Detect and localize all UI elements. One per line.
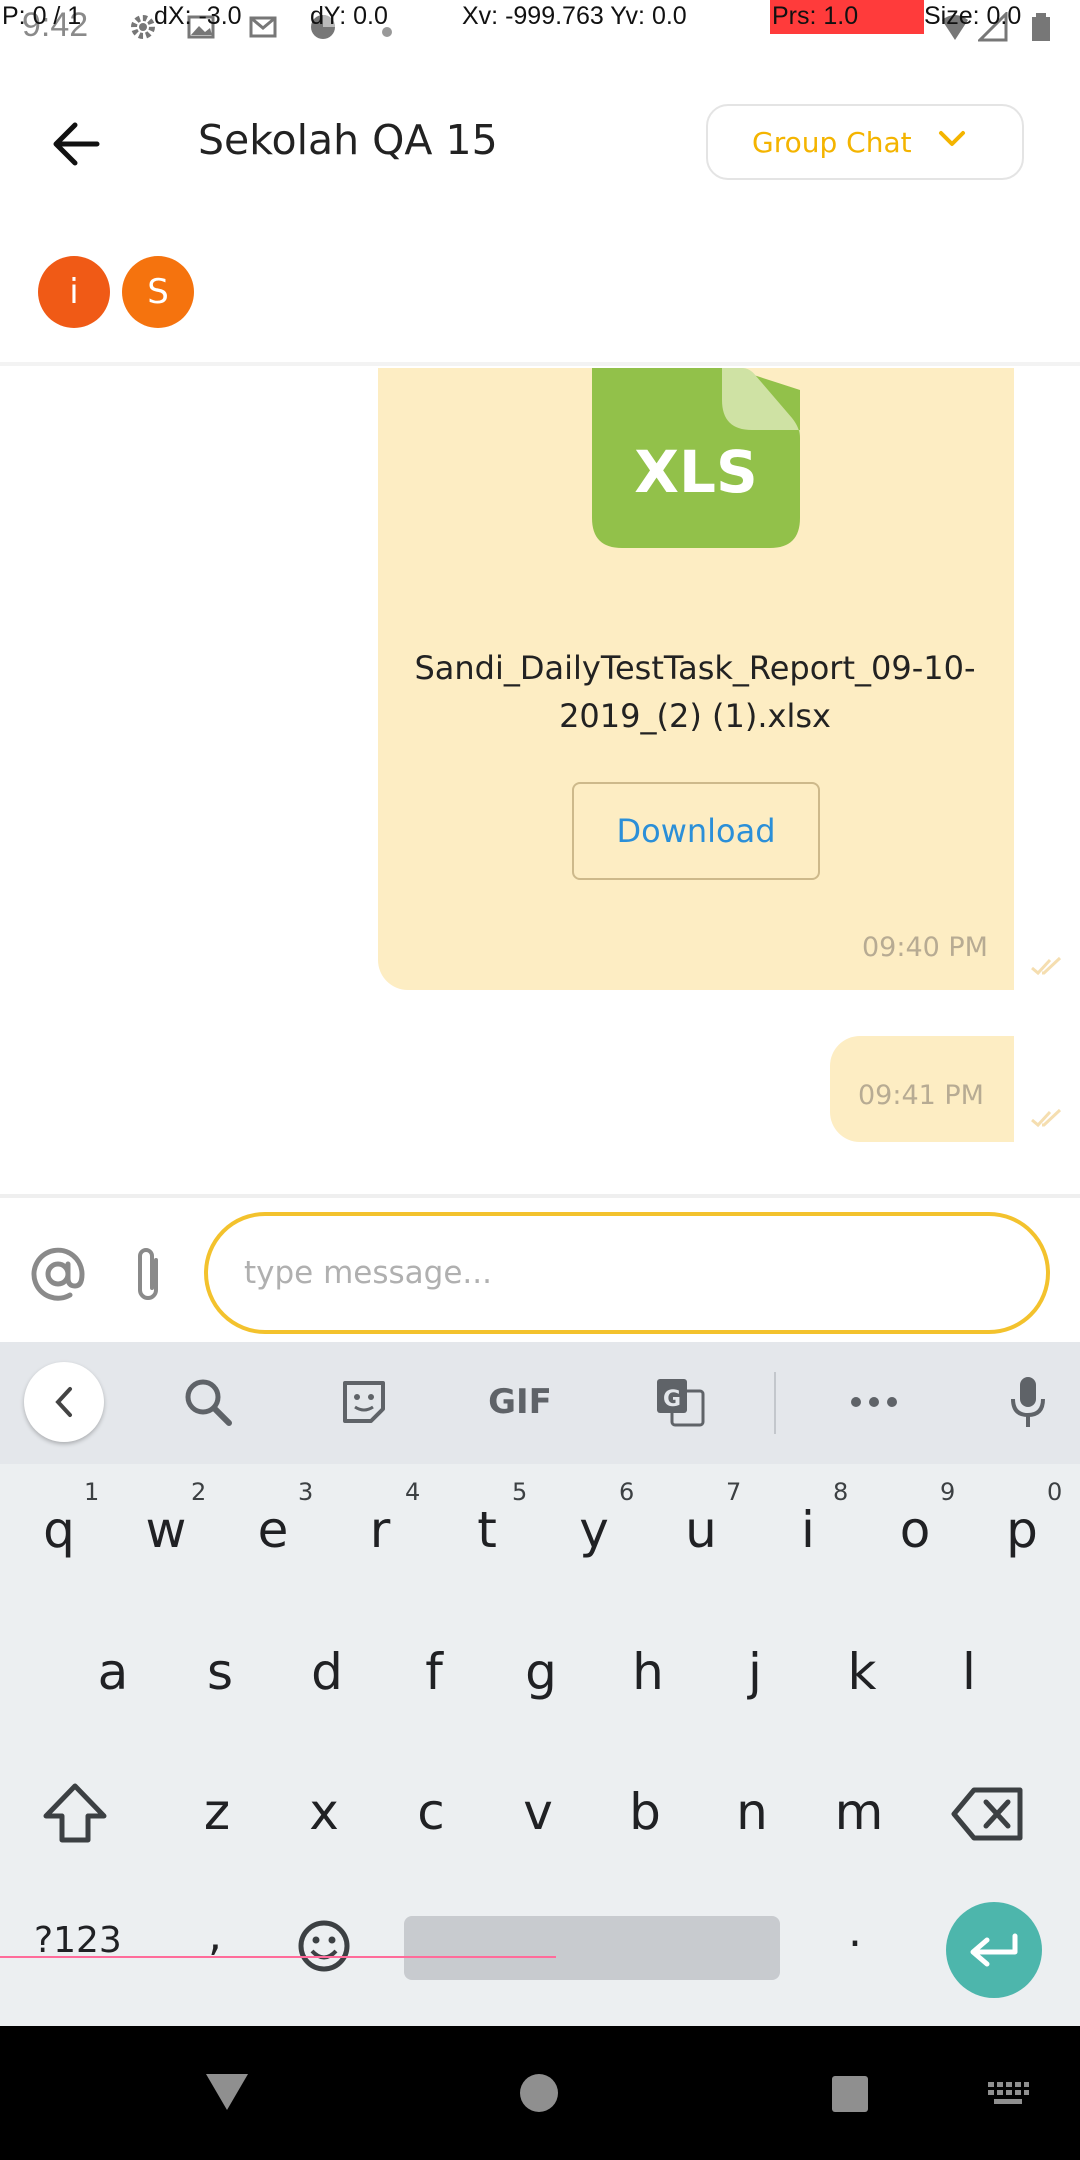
backspace-icon — [951, 1787, 1023, 1841]
key-f[interactable]: f — [389, 1622, 479, 1722]
voice-input-button[interactable] — [1000, 1374, 1056, 1430]
group-chat-dropdown[interactable]: Group Chat — [706, 104, 1024, 180]
emoji-key[interactable] — [296, 1918, 356, 1978]
key-v[interactable]: v — [493, 1762, 583, 1862]
keyboard-search-button[interactable] — [180, 1374, 236, 1430]
message-input[interactable] — [204, 1212, 1050, 1334]
debug-dx: dX: -3.0 — [154, 2, 242, 30]
header-divider — [0, 362, 1080, 366]
key-m[interactable]: m — [814, 1762, 904, 1862]
symbols-key[interactable]: ?123 — [34, 1920, 122, 1961]
keyboard-switch-icon[interactable] — [986, 2080, 1030, 2106]
key-hint: 9 — [940, 1478, 956, 1506]
mention-icon[interactable] — [30, 1246, 86, 1302]
debug-dy: dY: 0.0 — [310, 2, 388, 30]
group-chat-label: Group Chat — [752, 125, 912, 159]
shift-icon — [43, 1783, 107, 1843]
key-j[interactable]: j — [710, 1622, 800, 1722]
emoji-icon — [298, 1920, 350, 1972]
key-hint: 5 — [512, 1478, 528, 1506]
attachment-icon[interactable] — [128, 1246, 168, 1306]
key-d[interactable]: d — [282, 1622, 372, 1722]
svg-text:G: G — [663, 1387, 681, 1412]
key-hint: 7 — [726, 1478, 742, 1506]
keyboard-collapse-button[interactable] — [24, 1362, 104, 1442]
key-hint: 6 — [619, 1478, 635, 1506]
shift-key[interactable] — [40, 1782, 130, 1852]
nav-back-icon[interactable] — [204, 2072, 250, 2112]
key-c[interactable]: c — [386, 1762, 476, 1862]
search-icon — [185, 1379, 232, 1426]
download-button[interactable]: Download — [572, 782, 820, 880]
key-s[interactable]: s — [175, 1622, 265, 1722]
key-h[interactable]: h — [603, 1622, 693, 1722]
backspace-key[interactable] — [950, 1786, 1040, 1846]
toolbar-separator — [774, 1372, 776, 1434]
key-hint: 0 — [1047, 1478, 1063, 1506]
enter-icon — [970, 1933, 1018, 1967]
navigation-bar — [0, 2026, 1080, 2160]
download-label: Download — [616, 812, 776, 850]
double-check-icon — [1031, 956, 1062, 976]
message-time: 09:40 PM — [862, 932, 988, 963]
space-key[interactable] — [404, 1916, 780, 1980]
debug-velocity: Xv: -999.763 Yv: 0.0 — [462, 2, 687, 30]
more-button[interactable] — [846, 1374, 902, 1430]
chat-title: Sekolah QA 15 — [198, 116, 498, 164]
sticker-icon — [343, 1381, 385, 1423]
key-b[interactable]: b — [600, 1762, 690, 1862]
key-n[interactable]: n — [707, 1762, 797, 1862]
gif-button[interactable]: GIF — [482, 1374, 558, 1430]
debug-pressure: Prs: 1.0 — [772, 2, 859, 30]
file-name-line2: 2019_(2) (1).xlsx — [559, 697, 831, 735]
key-hint: 1 — [84, 1478, 100, 1506]
file-name: Sandi_DailyTestTask_Report_09-10- 2019_(… — [400, 644, 990, 740]
more-icon — [851, 1397, 897, 1407]
avatar[interactable]: i — [38, 256, 110, 328]
xls-badge-text: XLS — [634, 438, 757, 506]
key-hint: 8 — [833, 1478, 849, 1506]
double-check-icon — [1031, 1108, 1062, 1128]
avatar[interactable]: S — [122, 256, 194, 328]
debug-pointer: P: 0 / 1 — [2, 2, 82, 30]
chevron-left-icon — [55, 1387, 72, 1417]
arrow-left-icon — [53, 122, 100, 166]
period-key[interactable]: . — [848, 1906, 862, 1957]
key-hint: 2 — [191, 1478, 207, 1506]
key-z[interactable]: z — [172, 1762, 262, 1862]
key-k[interactable]: k — [817, 1622, 907, 1722]
gif-label: GIF — [488, 1382, 552, 1422]
comma-key[interactable]: , — [208, 1910, 222, 1961]
xls-file-icon: XLS — [592, 368, 800, 548]
debug-overlay: P: 0 / 1 dX: -3.0 dY: 0.0 Xv: -999.763 Y… — [0, 0, 1080, 34]
mic-icon — [1011, 1377, 1045, 1427]
key-g[interactable]: g — [496, 1622, 586, 1722]
composer-divider — [0, 1194, 1080, 1198]
key-hint: 3 — [298, 1478, 314, 1506]
translate-icon: G — [657, 1379, 705, 1427]
key-hint: 4 — [405, 1478, 421, 1506]
enter-key[interactable] — [946, 1902, 1042, 1998]
key-a[interactable]: a — [68, 1622, 158, 1722]
debug-size: Size: 0.0 — [924, 2, 1022, 30]
file-name-line1: Sandi_DailyTestTask_Report_09-10- — [414, 649, 976, 687]
back-button[interactable] — [44, 114, 108, 174]
debug-trace-line — [0, 1956, 556, 1958]
sticker-button[interactable] — [336, 1374, 392, 1430]
nav-recents-icon[interactable] — [830, 2074, 870, 2114]
key-x[interactable]: x — [279, 1762, 369, 1862]
message-time: 09:41 PM — [858, 1080, 984, 1111]
key-l[interactable]: l — [924, 1622, 1014, 1722]
chevron-down-icon — [939, 131, 965, 146]
translate-button[interactable]: G — [652, 1374, 708, 1430]
nav-home-icon[interactable] — [518, 2072, 560, 2114]
